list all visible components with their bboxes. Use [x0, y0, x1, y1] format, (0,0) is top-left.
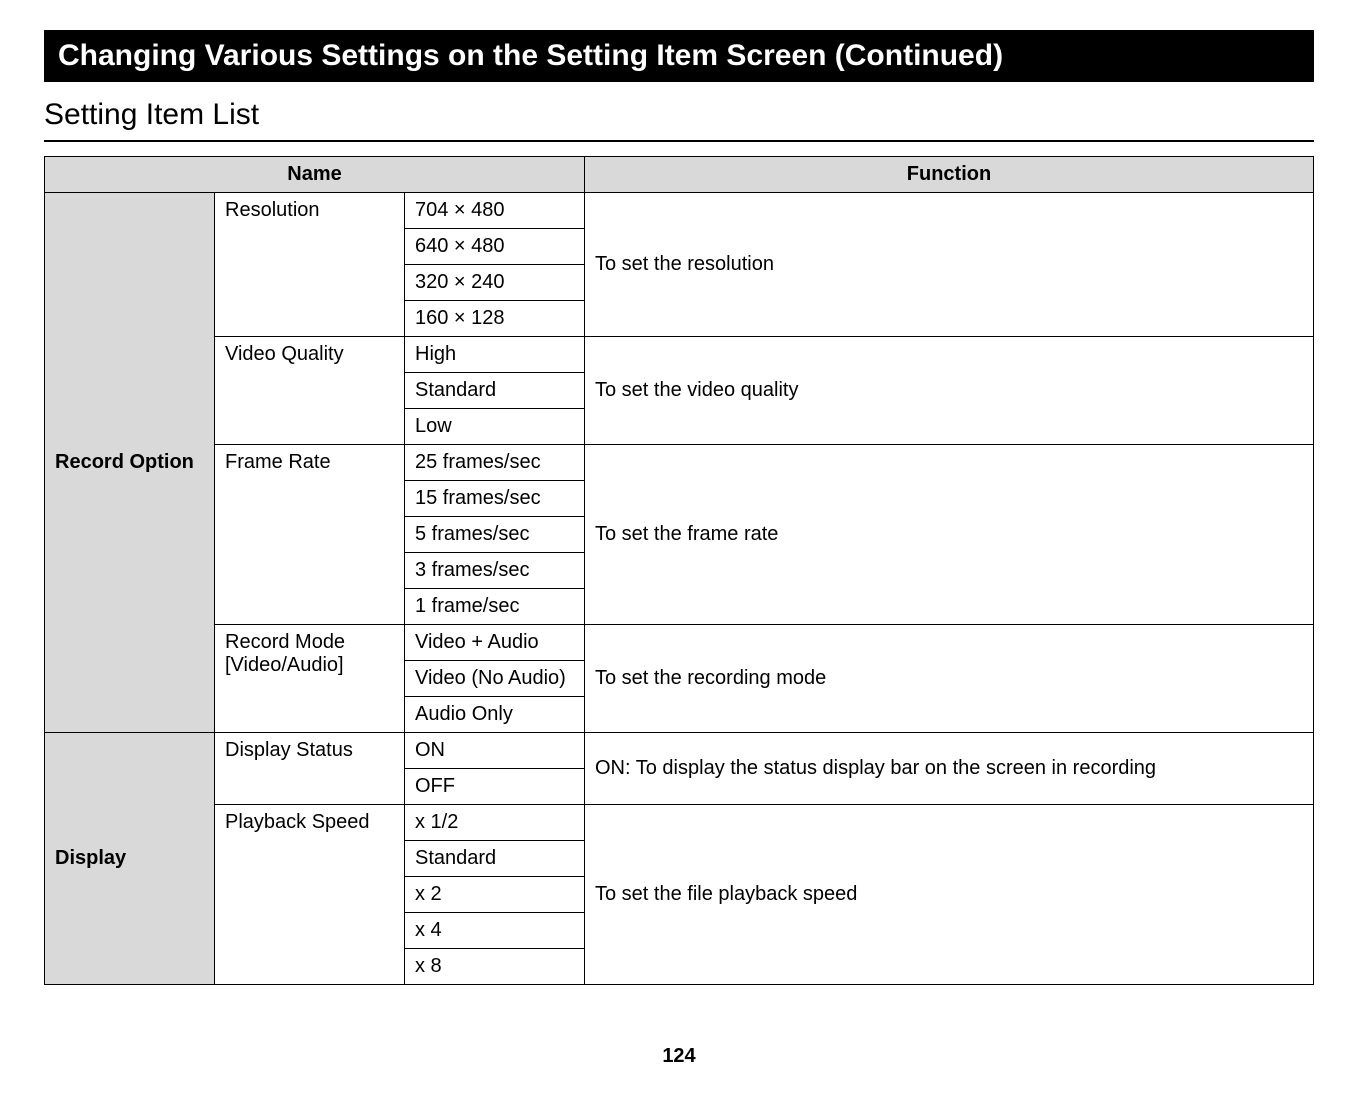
setting-label-playback-speed: Playback Speed: [215, 805, 405, 985]
setting-option: 640 × 480: [405, 229, 585, 265]
setting-function-display-status: ON: To display the status display bar on…: [585, 733, 1314, 805]
setting-option: 25 frames/sec: [405, 445, 585, 481]
setting-option: 1 frame/sec: [405, 589, 585, 625]
table-row: Display Display Status ON ON: To display…: [45, 733, 1314, 769]
setting-option: Video (No Audio): [405, 661, 585, 697]
setting-option: 5 frames/sec: [405, 517, 585, 553]
setting-option: 160 × 128: [405, 301, 585, 337]
category-display: Display: [45, 733, 215, 985]
record-mode-line1: Record Mode: [225, 631, 345, 653]
setting-option: OFF: [405, 769, 585, 805]
col-header-name: Name: [45, 157, 585, 193]
setting-label-video-quality: Video Quality: [215, 337, 405, 445]
col-header-function: Function: [585, 157, 1314, 193]
setting-option: High: [405, 337, 585, 373]
table-header-row: Name Function: [45, 157, 1314, 193]
setting-option: ON: [405, 733, 585, 769]
setting-label-display-status: Display Status: [215, 733, 405, 805]
table-row: Record Option Resolution 704 × 480 To se…: [45, 193, 1314, 229]
setting-option: Low: [405, 409, 585, 445]
setting-option: 15 frames/sec: [405, 481, 585, 517]
settings-table: Name Function Record Option Resolution 7…: [44, 156, 1314, 985]
setting-function-video-quality: To set the video quality: [585, 337, 1314, 445]
page-heading-band: Changing Various Settings on the Setting…: [44, 30, 1314, 82]
setting-label-record-mode: Record Mode [Video/Audio]: [215, 625, 405, 733]
setting-option: 320 × 240: [405, 265, 585, 301]
table-row: Record Mode [Video/Audio] Video + Audio …: [45, 625, 1314, 661]
page-subheading: Setting Item List: [44, 98, 1314, 142]
setting-label-frame-rate: Frame Rate: [215, 445, 405, 625]
table-row: Frame Rate 25 frames/sec To set the fram…: [45, 445, 1314, 481]
setting-option: x 4: [405, 913, 585, 949]
table-row: Playback Speed x 1/2 To set the file pla…: [45, 805, 1314, 841]
setting-option: Video + Audio: [405, 625, 585, 661]
setting-function-resolution: To set the resolution: [585, 193, 1314, 337]
setting-option: 3 frames/sec: [405, 553, 585, 589]
setting-option: 704 × 480: [405, 193, 585, 229]
record-mode-line2: [Video/Audio]: [225, 654, 344, 676]
category-record-option: Record Option: [45, 193, 215, 733]
setting-option: x 2: [405, 877, 585, 913]
setting-function-record-mode: To set the recording mode: [585, 625, 1314, 733]
setting-option: Standard: [405, 373, 585, 409]
setting-option: Audio Only: [405, 697, 585, 733]
table-row: Video Quality High To set the video qual…: [45, 337, 1314, 373]
setting-option: x 1/2: [405, 805, 585, 841]
page-number: 124: [44, 1045, 1314, 1068]
page-heading-text: Changing Various Settings on the Setting…: [58, 39, 1003, 72]
setting-label-resolution: Resolution: [215, 193, 405, 337]
setting-function-frame-rate: To set the frame rate: [585, 445, 1314, 625]
setting-option: Standard: [405, 841, 585, 877]
setting-function-playback-speed: To set the file playback speed: [585, 805, 1314, 985]
